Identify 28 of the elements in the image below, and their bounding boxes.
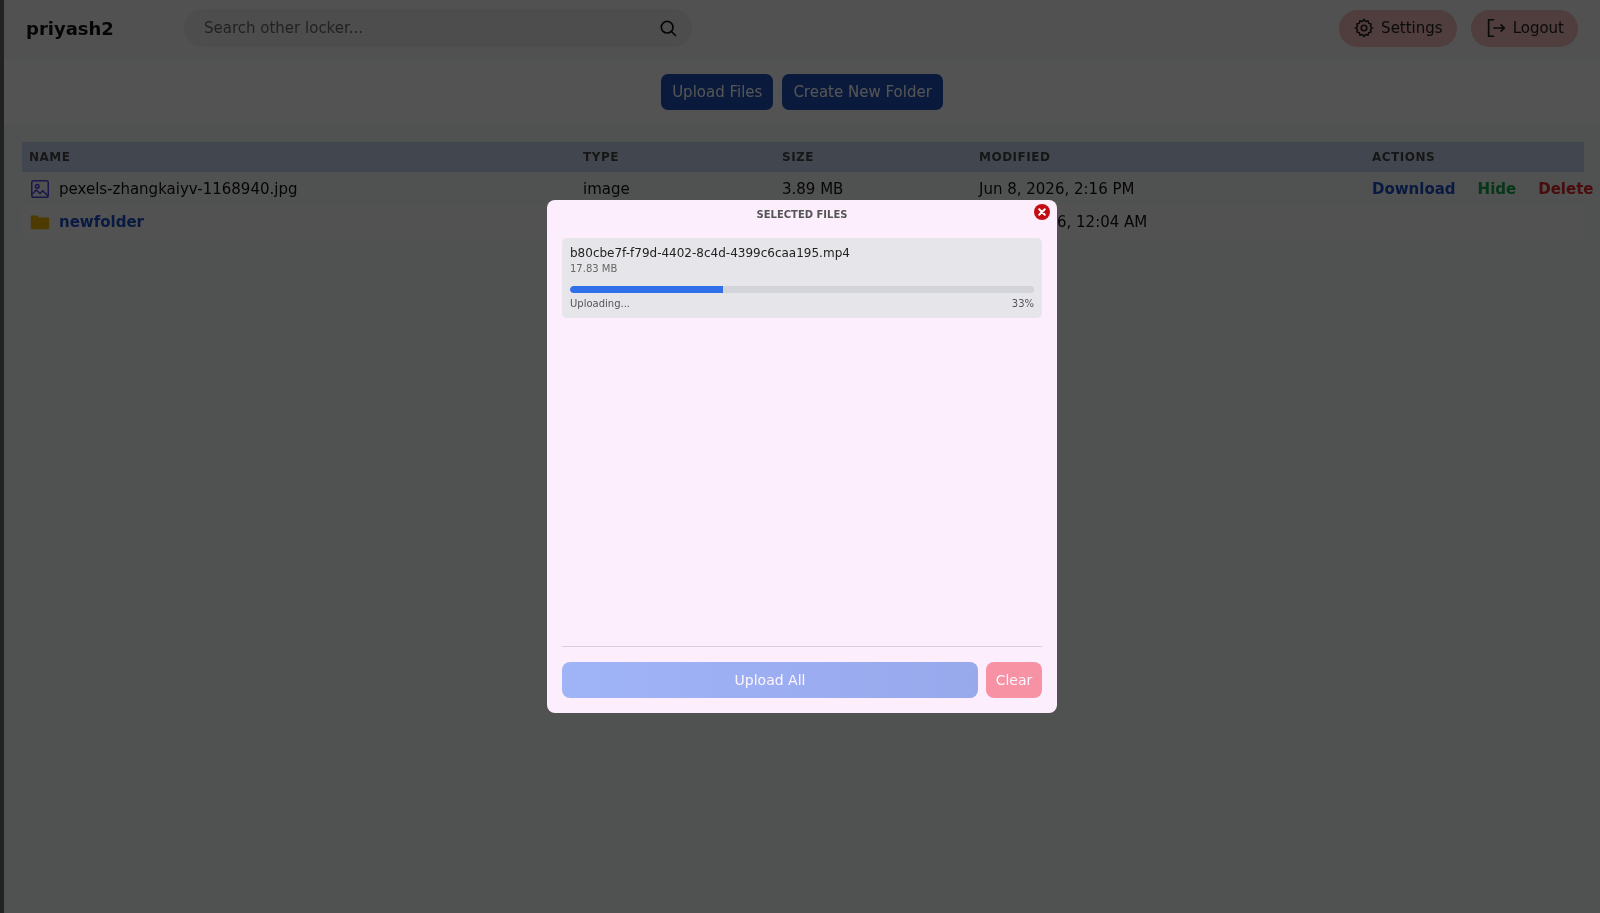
column-header: TYPE — [582, 150, 620, 164]
modified-date: 6, 12:04 AM — [1056, 212, 1148, 231]
upload-files-button[interactable]: Upload Files — [661, 74, 774, 110]
gear-icon — [1353, 17, 1376, 39]
search-icon — [658, 18, 678, 38]
hide-link[interactable]: Hide — [1477, 179, 1517, 198]
image-icon — [29, 177, 51, 200]
file-name: b80cbe7f-f79d-4402-8c4d-4399c6caa195.mp4 — [570, 246, 851, 260]
create-folder-button[interactable]: Create New Folder — [782, 74, 943, 110]
delete-link[interactable]: Delete — [1538, 179, 1594, 198]
column-header: NAME — [28, 150, 72, 164]
modified-date: Jun 8, 2026, 2:16 PM — [979, 179, 1135, 198]
column-header: ACTIONS — [1371, 150, 1437, 164]
upload-status: Uploading... — [570, 298, 631, 309]
file-type: image — [583, 179, 630, 198]
download-link[interactable]: Download — [1372, 179, 1456, 198]
file-name: pexels-zhangkaiyv-1168940.jpg — [59, 179, 298, 198]
logout-button[interactable]: Logout — [1470, 9, 1578, 47]
column-header: SIZE — [781, 150, 815, 164]
upload-percent: 33% — [1011, 298, 1034, 309]
close-icon[interactable] — [1034, 204, 1050, 220]
file-size: 17.83 MB — [570, 263, 619, 274]
dialog-title: SELECTED FILES — [756, 208, 848, 220]
column-header: MODIFIED — [978, 150, 1052, 164]
file-size: 3.89 MB — [782, 179, 844, 198]
brand-name: priyash2 — [26, 17, 115, 39]
settings-button[interactable]: Settings — [1339, 9, 1457, 47]
folder-link[interactable]: newfolder — [59, 212, 144, 231]
